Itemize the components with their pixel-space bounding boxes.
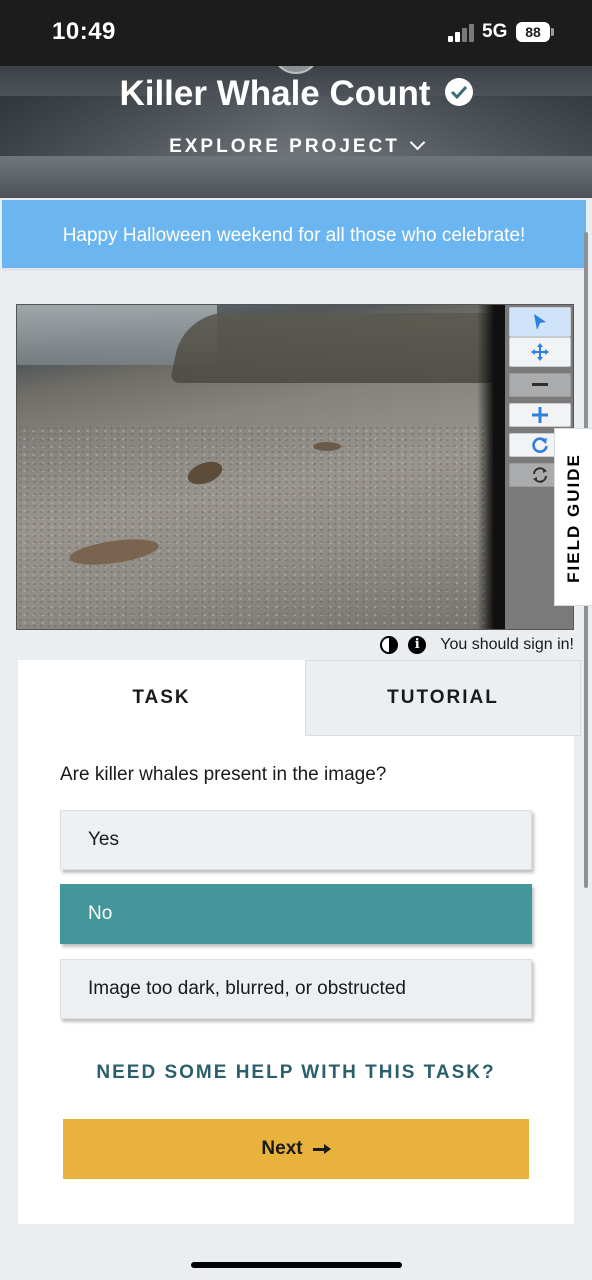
explore-project-menu[interactable]: EXPLORE PROJECT bbox=[0, 134, 592, 158]
move-tool-button[interactable] bbox=[509, 337, 571, 367]
tab-task[interactable]: TASK bbox=[18, 660, 305, 736]
zoom-in-button[interactable] bbox=[509, 403, 571, 427]
answer-no-button[interactable]: No bbox=[60, 884, 532, 944]
move-icon bbox=[531, 343, 549, 361]
task-panel: TASK TUTORIAL Are killer whales present … bbox=[18, 660, 581, 1224]
info-icon[interactable]: i bbox=[408, 636, 427, 654]
rotate-icon bbox=[532, 437, 548, 453]
chevron-down-icon bbox=[409, 134, 426, 151]
tab-task-label: TASK bbox=[132, 687, 191, 708]
reset-icon bbox=[533, 467, 547, 483]
next-label: Next bbox=[261, 1138, 303, 1159]
network-label: 5G bbox=[482, 21, 508, 42]
signal-icon bbox=[448, 24, 476, 42]
plus-icon bbox=[532, 407, 548, 423]
project-title-text: Killer Whale Count bbox=[119, 73, 431, 113]
home-indicator[interactable] bbox=[191, 1262, 402, 1268]
field-guide-label: FIELD GUIDE bbox=[564, 453, 583, 583]
subject-viewer[interactable] bbox=[16, 304, 574, 630]
battery-tip bbox=[551, 28, 554, 36]
next-button[interactable]: Next bbox=[63, 1119, 529, 1179]
tab-tutorial-label: TUTORIAL bbox=[387, 687, 499, 708]
status-time: 10:49 bbox=[52, 18, 116, 45]
sign-in-prompt: You should sign in! bbox=[440, 636, 574, 653]
task-question: Are killer whales present in the image? bbox=[60, 764, 387, 785]
verified-check-icon bbox=[444, 77, 473, 106]
pointer-icon bbox=[534, 314, 546, 330]
project-header: Killer Whale Count EXPLORE PROJECT bbox=[0, 66, 592, 198]
subject-meta-row: i You should sign in! bbox=[380, 634, 574, 656]
answer-yes-button[interactable]: Yes bbox=[60, 810, 532, 870]
arrow-right-icon bbox=[312, 1144, 331, 1154]
answer-label: Yes bbox=[88, 829, 119, 850]
task-help-link[interactable]: NEED SOME HELP WITH THIS TASK? bbox=[18, 1062, 574, 1084]
announcement-banner: Happy Halloween weekend for all those wh… bbox=[2, 200, 586, 271]
answer-label: No bbox=[88, 903, 113, 924]
zoom-out-button[interactable] bbox=[509, 373, 571, 397]
minus-icon bbox=[532, 383, 548, 386]
explore-project-label: EXPLORE PROJECT bbox=[169, 136, 400, 157]
battery-icon: 88 bbox=[516, 22, 550, 42]
answer-obstructed-button[interactable]: Image too dark, blurred, or obstructed bbox=[60, 959, 532, 1019]
battery-level: 88 bbox=[525, 24, 541, 40]
subject-image[interactable] bbox=[17, 305, 505, 629]
answer-label: Image too dark, blurred, or obstructed bbox=[88, 978, 406, 999]
tab-tutorial[interactable]: TUTORIAL bbox=[305, 660, 581, 736]
project-title: Killer Whale Count bbox=[0, 72, 592, 114]
task-help-label: NEED SOME HELP WITH THIS TASK? bbox=[96, 1062, 496, 1083]
announcement-text: Happy Halloween weekend for all those wh… bbox=[62, 225, 526, 246]
field-guide-tab[interactable]: FIELD GUIDE bbox=[554, 428, 592, 606]
annotate-tool-button[interactable] bbox=[509, 307, 571, 337]
contrast-icon[interactable] bbox=[380, 636, 399, 654]
status-bar: 10:49 5G 88 bbox=[0, 0, 592, 66]
